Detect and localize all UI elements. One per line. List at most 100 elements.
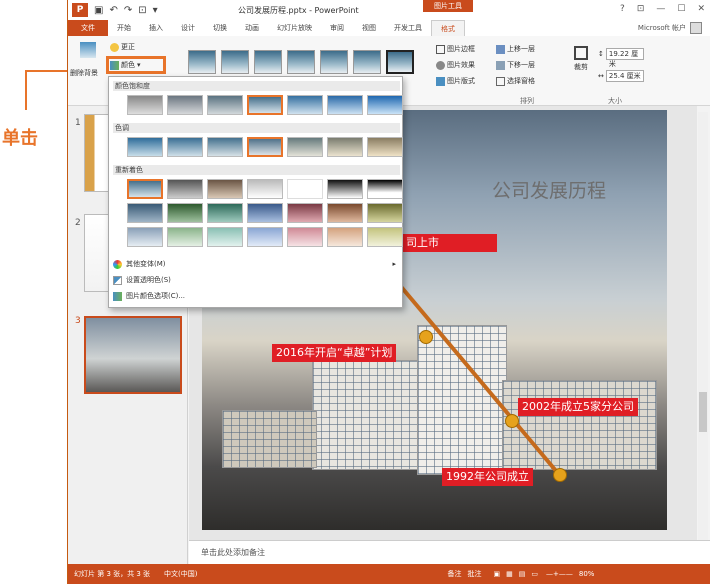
tone-swatch[interactable] (367, 137, 403, 157)
notes-area[interactable]: 单击此处添加备注 (189, 540, 710, 564)
reading-view-icon[interactable]: ▤ (519, 570, 526, 578)
tone-swatch[interactable] (127, 137, 163, 157)
recolor-swatch[interactable] (247, 179, 283, 199)
recolor-swatch[interactable] (247, 203, 283, 223)
picture-effects-button[interactable]: 图片效果 (436, 60, 475, 70)
recolor-swatch[interactable] (167, 203, 203, 223)
recolor-swatch[interactable] (247, 227, 283, 247)
picture-style-thumb[interactable] (188, 50, 216, 74)
picture-styles-gallery (188, 50, 414, 74)
recolor-swatch[interactable] (287, 203, 323, 223)
saturation-swatch[interactable] (327, 95, 363, 115)
slide-thumbnail-selected[interactable] (84, 316, 182, 394)
tone-swatch[interactable] (287, 137, 323, 157)
close-button[interactable]: ✕ (697, 4, 705, 14)
account-area[interactable]: Microsoft 帐户 (638, 22, 702, 34)
picture-style-thumb[interactable] (221, 50, 249, 74)
tab-design[interactable]: 设计 (172, 20, 204, 36)
recolor-swatch[interactable] (287, 227, 323, 247)
tone-swatch[interactable] (327, 137, 363, 157)
picture-color-options-item[interactable]: 图片颜色选项(C)... (113, 289, 400, 303)
tab-review[interactable]: 审阅 (321, 20, 353, 36)
recolor-swatch[interactable] (167, 179, 203, 199)
recolor-swatch[interactable] (207, 179, 243, 199)
zoom-slider[interactable]: —+—— (546, 570, 573, 578)
bring-forward-button[interactable]: 上移一层 (496, 44, 535, 54)
saturation-swatch[interactable] (167, 95, 203, 115)
saturation-swatch[interactable] (207, 95, 243, 115)
saturation-swatch[interactable] (367, 95, 403, 115)
recolor-swatch[interactable] (287, 179, 323, 199)
recolor-swatch[interactable] (167, 227, 203, 247)
picture-style-thumb[interactable] (320, 50, 348, 74)
customize-qat-icon[interactable]: ▾ (153, 5, 158, 16)
crop-button[interactable]: 裁剪 (574, 46, 588, 72)
minimize-button[interactable]: — (656, 4, 665, 14)
tone-swatch-selected[interactable] (247, 137, 283, 157)
slideshow-view-icon[interactable]: ▭ (531, 570, 538, 578)
save-icon[interactable]: ▣ (94, 5, 103, 16)
picture-style-thumb[interactable] (254, 50, 282, 74)
timeline-label[interactable]: 1992年公司成立 (442, 468, 533, 486)
picture-layout-button[interactable]: 图片版式 (436, 76, 475, 86)
recolor-swatch[interactable] (327, 203, 363, 223)
recolor-swatch[interactable] (127, 227, 163, 247)
tab-home[interactable]: 开始 (108, 20, 140, 36)
recolor-swatch[interactable] (127, 203, 163, 223)
more-variations-item[interactable]: 其他变体(M) ▸ (113, 257, 400, 271)
scrollbar-thumb[interactable] (699, 392, 707, 432)
recolor-swatch-selected[interactable] (127, 179, 163, 199)
redo-icon[interactable]: ↷ (124, 5, 132, 16)
picture-border-button[interactable]: 图片边框 (436, 44, 475, 54)
tab-developer[interactable]: 开发工具 (385, 20, 431, 36)
tab-format[interactable]: 格式 (431, 20, 465, 36)
picture-style-thumb[interactable] (287, 50, 315, 74)
tab-insert[interactable]: 插入 (140, 20, 172, 36)
saturation-swatch[interactable] (127, 95, 163, 115)
recolor-swatch[interactable] (207, 203, 243, 223)
remove-background-button[interactable] (74, 42, 102, 58)
help-button[interactable]: ? (620, 4, 625, 14)
timeline-label[interactable]: 2016年开启“卓越”计划 (272, 344, 397, 362)
saturation-swatch[interactable] (287, 95, 323, 115)
selection-pane-button[interactable]: 选择窗格 (496, 76, 535, 86)
slide-sorter-icon[interactable]: ▦ (506, 570, 513, 578)
recolor-swatch[interactable] (327, 179, 363, 199)
saturation-swatch-selected[interactable] (247, 95, 283, 115)
tab-animations[interactable]: 动画 (236, 20, 268, 36)
tab-slideshow[interactable]: 幻灯片放映 (268, 20, 321, 36)
notes-button[interactable]: 备注 (448, 569, 462, 579)
recolor-swatch[interactable] (367, 203, 403, 223)
corrections-button[interactable]: 更正 (110, 42, 135, 52)
tab-file[interactable]: 文件 (68, 20, 108, 36)
tab-transitions[interactable]: 切换 (204, 20, 236, 36)
tab-view[interactable]: 视图 (353, 20, 385, 36)
tone-swatch[interactable] (167, 137, 203, 157)
recolor-swatch[interactable] (367, 227, 403, 247)
picture-style-thumb[interactable] (386, 50, 414, 74)
width-field[interactable]: ↔ 25.4 厘米 (598, 70, 644, 82)
timeline-label[interactable]: 司上市 (402, 234, 497, 252)
height-field[interactable]: ↕ 19.22 厘米 (598, 48, 644, 68)
vertical-scrollbar[interactable] (698, 112, 708, 540)
undo-icon[interactable]: ↶ (109, 5, 117, 16)
normal-view-icon[interactable]: ▣ (494, 570, 501, 578)
tone-swatch[interactable] (207, 137, 243, 157)
language-status[interactable]: 中文(中国) (164, 569, 197, 579)
ribbon-display-button[interactable]: ⊡ (637, 4, 645, 14)
restore-button[interactable]: ☐ (677, 4, 685, 14)
recolor-swatch[interactable] (327, 227, 363, 247)
recolor-swatch[interactable] (367, 179, 403, 199)
picture-style-thumb[interactable] (353, 50, 381, 74)
picture-border-icon (436, 44, 445, 54)
picture-layout-label: 图片版式 (447, 77, 475, 85)
zoom-level[interactable]: 80% (579, 570, 595, 578)
recolor-swatch[interactable] (207, 227, 243, 247)
send-backward-button[interactable]: 下移一层 (496, 60, 535, 70)
slideshow-icon[interactable]: ⊡ (138, 5, 146, 16)
timeline-label[interactable]: 2002年成立5家分公司 (518, 398, 638, 416)
set-transparent-color-item[interactable]: 设置透明色(S) (113, 273, 400, 287)
height-input[interactable]: 19.22 厘米 (605, 48, 644, 68)
comments-button[interactable]: 批注 (468, 569, 482, 579)
width-input[interactable]: 25.4 厘米 (605, 70, 644, 82)
